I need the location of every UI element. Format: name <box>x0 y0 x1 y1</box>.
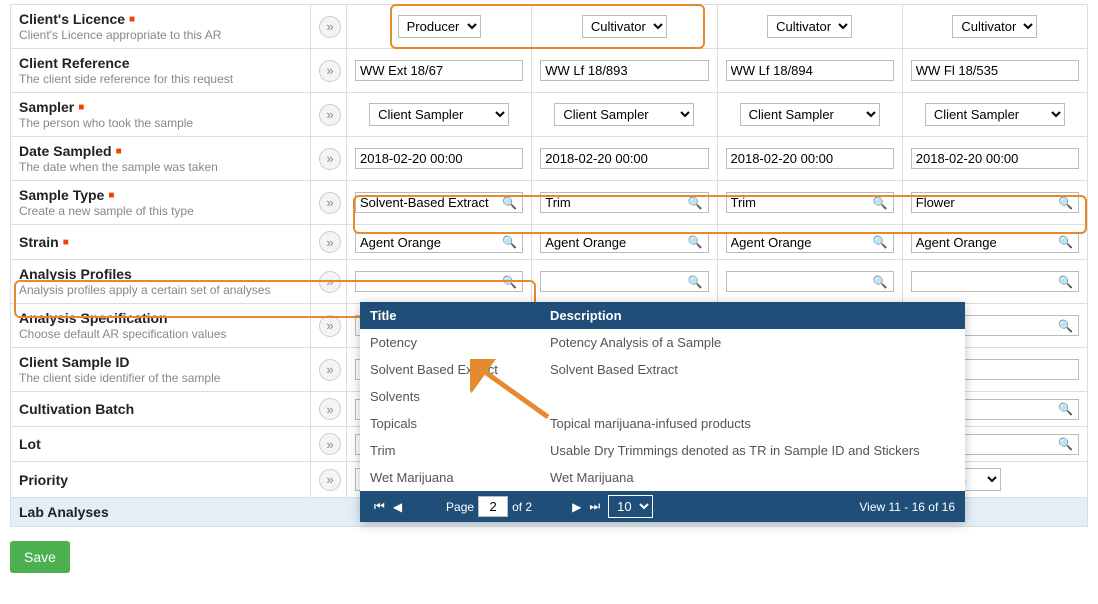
datesamp-label: Date Sampled <box>19 143 112 159</box>
licence-sublabel: Client's Licence appropriate to this AR <box>19 28 302 42</box>
req-dot: ■ <box>116 146 122 157</box>
strain-input[interactable] <box>911 232 1079 253</box>
licence-select[interactable]: Producer <box>398 15 481 38</box>
copy-across-icon[interactable]: » <box>319 469 341 491</box>
copy-across-icon[interactable]: » <box>319 315 341 337</box>
aprof-input[interactable] <box>355 271 523 292</box>
datesamp-input[interactable] <box>355 148 523 169</box>
copy-across-icon[interactable]: » <box>319 359 341 381</box>
csid-label: Client Sample ID <box>19 354 129 370</box>
sampler-label: Sampler <box>19 99 74 115</box>
dropdown-header-title: Title <box>360 302 540 329</box>
samptype-input[interactable] <box>726 192 894 213</box>
aprof-input[interactable] <box>911 271 1079 292</box>
strain-input[interactable] <box>726 232 894 253</box>
clientref-sublabel: The client side reference for this reque… <box>19 72 302 86</box>
sampler-select[interactable]: Client Sampler <box>740 103 880 126</box>
samptype-input[interactable] <box>540 192 708 213</box>
dropdown-pager: ⏮ ◀ Page of 2 ▶ ⏭ 10 View 11 - 16 of 16 <box>360 491 965 522</box>
req-dot: ■ <box>78 102 84 113</box>
dropdown-item[interactable]: Solvents <box>360 383 965 410</box>
strain-input[interactable] <box>355 232 523 253</box>
copy-across-icon[interactable]: » <box>319 433 341 455</box>
samptype-input[interactable] <box>355 192 523 213</box>
copy-across-icon[interactable]: » <box>319 192 341 214</box>
sampler-select[interactable]: Client Sampler <box>925 103 1065 126</box>
copy-across-icon[interactable]: » <box>319 148 341 170</box>
save-button[interactable]: Save <box>10 541 70 573</box>
pager-prev-icon[interactable]: ◀ <box>393 500 402 514</box>
samptype-label: Sample Type <box>19 187 104 203</box>
dropdown-item[interactable]: Solvent Based ExtractSolvent Based Extra… <box>360 356 965 383</box>
clientref-input[interactable] <box>355 60 523 81</box>
cultbatch-label: Cultivation Batch <box>19 401 134 417</box>
aprof-input[interactable] <box>726 271 894 292</box>
copy-across-icon[interactable]: » <box>319 398 341 420</box>
datesamp-sublabel: The date when the sample was taken <box>19 160 302 174</box>
aprof-sublabel: Analysis profiles apply a certain set of… <box>19 283 302 297</box>
aspec-sublabel: Choose default AR specification values <box>19 327 302 341</box>
req-dot: ■ <box>108 190 114 201</box>
licence-select[interactable]: Cultivator <box>952 15 1037 38</box>
pager-page-label: Page <box>446 500 474 514</box>
samptype-sublabel: Create a new sample of this type <box>19 204 302 218</box>
clientref-label: Client Reference <box>19 55 129 71</box>
pager-perpage-select[interactable]: 10 <box>608 495 653 518</box>
datesamp-input[interactable] <box>911 148 1079 169</box>
copy-across-icon[interactable]: » <box>319 104 341 126</box>
csid-sublabel: The client side identifier of the sample <box>19 371 302 385</box>
dropdown-item[interactable]: Wet MarijuanaWet Marijuana <box>360 464 965 491</box>
dropdown-header-desc: Description <box>540 302 632 329</box>
pager-first-icon[interactable]: ⏮ <box>374 499 385 514</box>
dropdown-item[interactable]: TopicalsTopical marijuana-infused produc… <box>360 410 965 437</box>
licence-select[interactable]: Cultivator <box>582 15 667 38</box>
labanalyses-label: Lab Analyses <box>19 504 109 520</box>
licence-label: Client's Licence <box>19 11 125 27</box>
strain-label: Strain <box>19 234 59 250</box>
pager-page-input[interactable] <box>478 496 508 517</box>
dropdown-item[interactable]: PotencyPotency Analysis of a Sample <box>360 329 965 356</box>
req-dot: ■ <box>63 237 69 248</box>
clientref-input[interactable] <box>911 60 1079 81</box>
pager-viewing-label: View 11 - 16 of 16 <box>859 500 955 514</box>
req-dot: ■ <box>129 14 135 25</box>
aprof-label: Analysis Profiles <box>19 266 132 282</box>
samptype-input[interactable] <box>911 192 1079 213</box>
clientref-input[interactable] <box>726 60 894 81</box>
analysis-profiles-dropdown: Title Description PotencyPotency Analysi… <box>360 302 965 522</box>
sampler-select[interactable]: Client Sampler <box>554 103 694 126</box>
sampler-select[interactable]: Client Sampler <box>369 103 509 126</box>
priority-label: Priority <box>19 472 68 488</box>
copy-across-icon[interactable]: » <box>319 231 341 253</box>
aspec-label: Analysis Specification <box>19 310 168 326</box>
pager-last-icon[interactable]: ⏭ <box>589 499 600 514</box>
copy-across-icon[interactable]: » <box>319 60 341 82</box>
pager-of-label: of 2 <box>512 500 532 514</box>
aprof-input[interactable] <box>540 271 708 292</box>
licence-select[interactable]: Cultivator <box>767 15 852 38</box>
dropdown-item[interactable]: TrimUsable Dry Trimmings denoted as TR i… <box>360 437 965 464</box>
strain-input[interactable] <box>540 232 708 253</box>
clientref-input[interactable] <box>540 60 708 81</box>
datesamp-input[interactable] <box>540 148 708 169</box>
pager-next-icon[interactable]: ▶ <box>572 500 581 514</box>
sampler-sublabel: The person who took the sample <box>19 116 302 130</box>
datesamp-input[interactable] <box>726 148 894 169</box>
lot-label: Lot <box>19 436 41 452</box>
copy-across-icon[interactable]: » <box>319 16 341 38</box>
copy-across-icon[interactable]: » <box>319 271 341 293</box>
